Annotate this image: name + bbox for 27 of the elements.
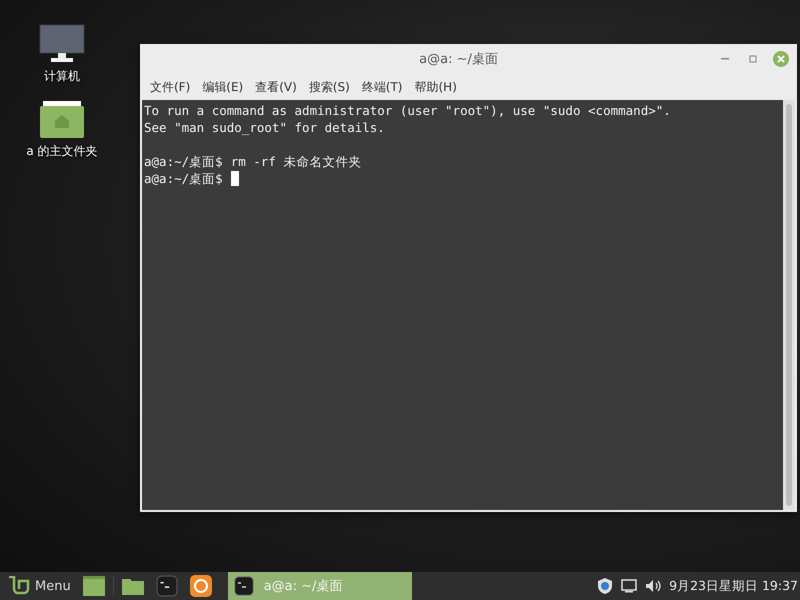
menu-item[interactable]: 查看(V) xyxy=(249,78,303,96)
menu-item[interactable]: 文件(F) xyxy=(144,78,196,96)
shield-icon[interactable] xyxy=(597,577,614,595)
maximize-icon xyxy=(749,55,757,63)
volume-icon[interactable] xyxy=(645,579,662,593)
shell-prompt: a@a:~/桌面$ xyxy=(144,170,223,187)
shell-command: rm -rf 未命名文件夹 xyxy=(230,153,362,170)
desktop-icon-label[interactable]: a 的主文件夹 xyxy=(26,143,98,160)
scrollbar[interactable] xyxy=(783,100,795,510)
terminal-icon xyxy=(234,576,254,596)
menu-item[interactable]: 编辑(E) xyxy=(196,78,250,96)
menu-item[interactable]: 帮助(H) xyxy=(408,78,463,96)
menu-item[interactable]: 终端(T) xyxy=(356,78,408,96)
display-icon[interactable] xyxy=(621,579,638,593)
menu-button[interactable]: Menu xyxy=(4,572,75,600)
terminal-line: To run a command as administrator (user "root"), use "sudo <command>". xyxy=(144,102,671,119)
shell-prompt: a@a:~/桌面$ xyxy=(144,153,223,170)
desktop-icon-label[interactable]: 计算机 xyxy=(44,68,80,85)
window-title: a@a: ~/桌面 xyxy=(418,51,499,68)
minimize-icon xyxy=(721,58,729,60)
leaf-logo-icon xyxy=(8,576,30,596)
text-cursor xyxy=(230,171,239,186)
terminal-line: See "man sudo_root" for details. xyxy=(144,119,385,136)
home-folder-icon xyxy=(38,101,85,139)
menu-item[interactable]: 搜索(S) xyxy=(302,78,356,96)
monitor-icon xyxy=(39,24,85,64)
clock[interactable]: 9月23日星期日 19:37 xyxy=(669,578,798,594)
